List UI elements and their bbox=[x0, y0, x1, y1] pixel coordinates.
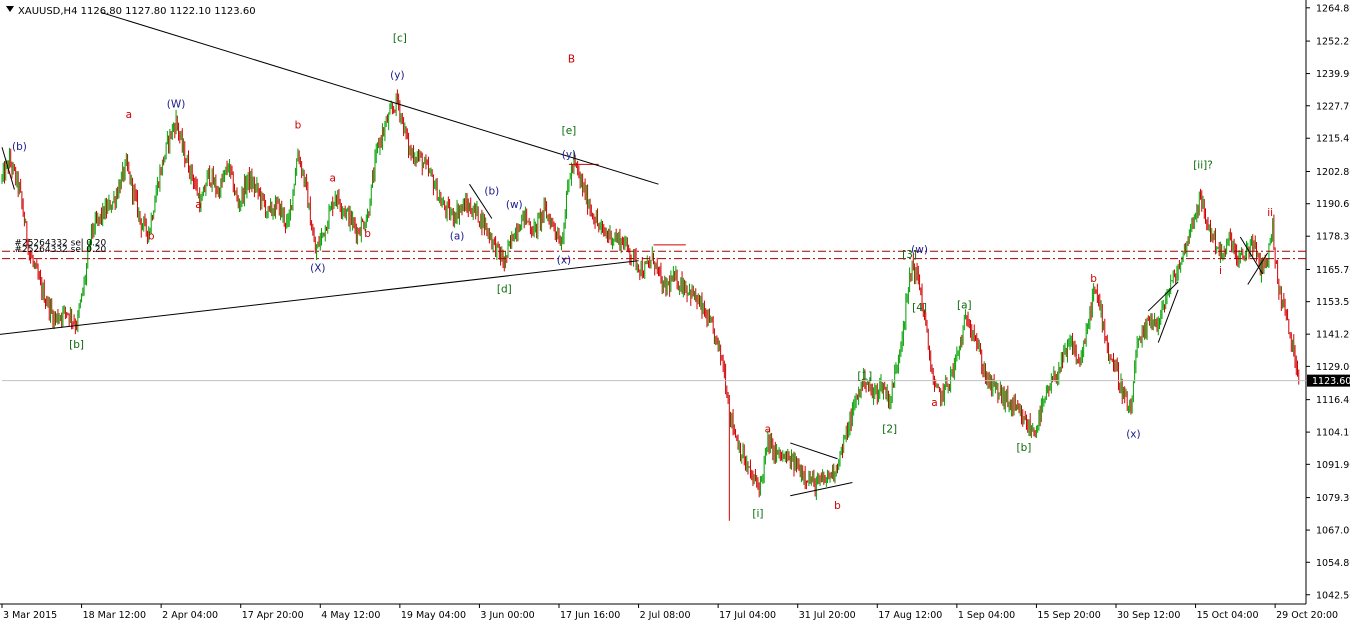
y-tick-label: 1202.80 bbox=[1316, 167, 1350, 178]
y-tick-label: 1116.40 bbox=[1316, 395, 1350, 406]
chart-header: XAUUSD,H4 1126.80 1127.80 1122.10 1123.6… bbox=[18, 6, 256, 17]
y-tick-label: 1067.00 bbox=[1316, 526, 1350, 537]
x-tick-label: 31 Jul 20:00 bbox=[799, 610, 856, 621]
x-tick-label: 19 May 04:00 bbox=[401, 610, 466, 621]
y-tick-label: 1190.60 bbox=[1316, 199, 1350, 210]
x-tick-label: 3 Mar 2015 bbox=[3, 610, 57, 621]
y-tick-label: 1252.20 bbox=[1316, 37, 1350, 48]
candles-layer bbox=[1, 89, 1300, 521]
wave-label: (y) bbox=[562, 149, 576, 161]
wave-label: (x) bbox=[1126, 429, 1140, 441]
trendline bbox=[790, 442, 838, 460]
wave-label: [1] bbox=[857, 371, 872, 383]
y-tick-label: 1054.80 bbox=[1316, 558, 1350, 569]
x-tick-label: 3 Jun 00:00 bbox=[480, 610, 534, 621]
x-tick-label: 17 Apr 20:00 bbox=[242, 610, 304, 621]
wave-label: (a) bbox=[450, 231, 465, 243]
wave-label: [i] bbox=[752, 508, 763, 520]
level-line-label: #25264332 sel 0.20 bbox=[14, 245, 106, 255]
wave-label: (X) bbox=[310, 262, 325, 274]
trendline bbox=[1247, 252, 1269, 285]
trendline bbox=[790, 482, 853, 497]
y-tick-label: 1042.50 bbox=[1316, 590, 1350, 601]
wave-label: [4] bbox=[912, 302, 927, 314]
y-tick-label: 1239.90 bbox=[1316, 69, 1350, 80]
wave-label: [b] bbox=[1017, 442, 1032, 454]
wave-label: (y) bbox=[390, 70, 404, 82]
y-tick-label: 1264.80 bbox=[1316, 3, 1350, 14]
wave-label: [ii]? bbox=[1193, 159, 1213, 171]
wave-label: [b] bbox=[69, 339, 84, 351]
wave-label: i bbox=[1219, 265, 1222, 277]
wave-label: [a] bbox=[957, 299, 972, 311]
x-tick-label: 2 Jul 08:00 bbox=[640, 610, 691, 621]
y-tick-label: 1129.00 bbox=[1316, 362, 1350, 373]
wave-label: (b) bbox=[12, 141, 27, 153]
wave-label: b bbox=[364, 228, 371, 240]
x-tick-label: 29 Oct 20:00 bbox=[1276, 610, 1338, 621]
y-tick-label: 1178.30 bbox=[1316, 232, 1350, 243]
price-chart[interactable]: #25264332 sel 0.20 #25264332 sel 0.20 (b)… bbox=[0, 0, 1350, 623]
wave-label: a bbox=[126, 109, 132, 121]
wave-label: (x) bbox=[557, 254, 571, 266]
x-tick-label: 2 Apr 04:00 bbox=[162, 610, 218, 621]
wave-label: b bbox=[148, 231, 155, 243]
wave-label: [c] bbox=[393, 33, 407, 45]
x-tick-label: 17 Aug 12:00 bbox=[878, 610, 942, 621]
wave-label: b bbox=[1090, 273, 1097, 285]
triangle-down-icon[interactable] bbox=[6, 6, 14, 12]
wave-label: (b) bbox=[484, 186, 499, 198]
wave-label: [2] bbox=[882, 423, 897, 435]
x-tick-label: 15 Oct 04:00 bbox=[1197, 610, 1259, 621]
wave-label: [d] bbox=[497, 283, 512, 295]
wave-label: b bbox=[834, 500, 841, 512]
x-tick-label: 18 Mar 12:00 bbox=[83, 610, 146, 621]
wave-label: a bbox=[329, 173, 335, 185]
wave-label: B bbox=[568, 54, 575, 66]
x-tick-label: 15 Sep 20:00 bbox=[1037, 610, 1100, 621]
y-tick-label: 1104.10 bbox=[1316, 428, 1350, 439]
wave-label: b bbox=[295, 120, 302, 132]
x-tick-label: 30 Sep 12:00 bbox=[1117, 610, 1180, 621]
y-tick-label: 1227.70 bbox=[1316, 101, 1350, 112]
axes-layer: 1264.80 1252.20 1239.90 1227.70 1215.40 1202.… bbox=[1, 3, 1350, 621]
y-tick-label: 1091.90 bbox=[1316, 460, 1350, 471]
wave-label: (w) bbox=[506, 199, 523, 211]
wave-label: a bbox=[195, 199, 201, 211]
x-tick-label: 17 Jun 16:00 bbox=[560, 610, 620, 621]
wave-label: (w) bbox=[911, 244, 928, 256]
wave-label: [e] bbox=[562, 125, 577, 137]
y-tick-label: 1079.30 bbox=[1316, 493, 1350, 504]
wave-label: a bbox=[931, 397, 937, 409]
y-tick-label: 1153.50 bbox=[1316, 297, 1350, 308]
x-tick-label: 4 May 12:00 bbox=[321, 610, 380, 621]
y-tick-label: 1165.70 bbox=[1316, 265, 1350, 276]
y-tick-label: 1215.40 bbox=[1316, 134, 1350, 145]
chart-frame bbox=[0, 0, 1307, 605]
x-tick-label: 1 Sep 04:00 bbox=[958, 610, 1015, 621]
trendline bbox=[1, 147, 15, 190]
wave-label: a bbox=[765, 423, 771, 435]
x-tick-label: 17 Jul 04:00 bbox=[719, 610, 776, 621]
y-tick-label: 1141.20 bbox=[1316, 330, 1350, 341]
wave-label: ii bbox=[1267, 207, 1273, 219]
wave-label: (W) bbox=[167, 99, 186, 111]
current-price-label: 1123.60 bbox=[1312, 376, 1350, 387]
chart-svg[interactable]: #25264332 sel 0.20#25264332 sel 0.20 (b)… bbox=[0, 0, 1350, 623]
